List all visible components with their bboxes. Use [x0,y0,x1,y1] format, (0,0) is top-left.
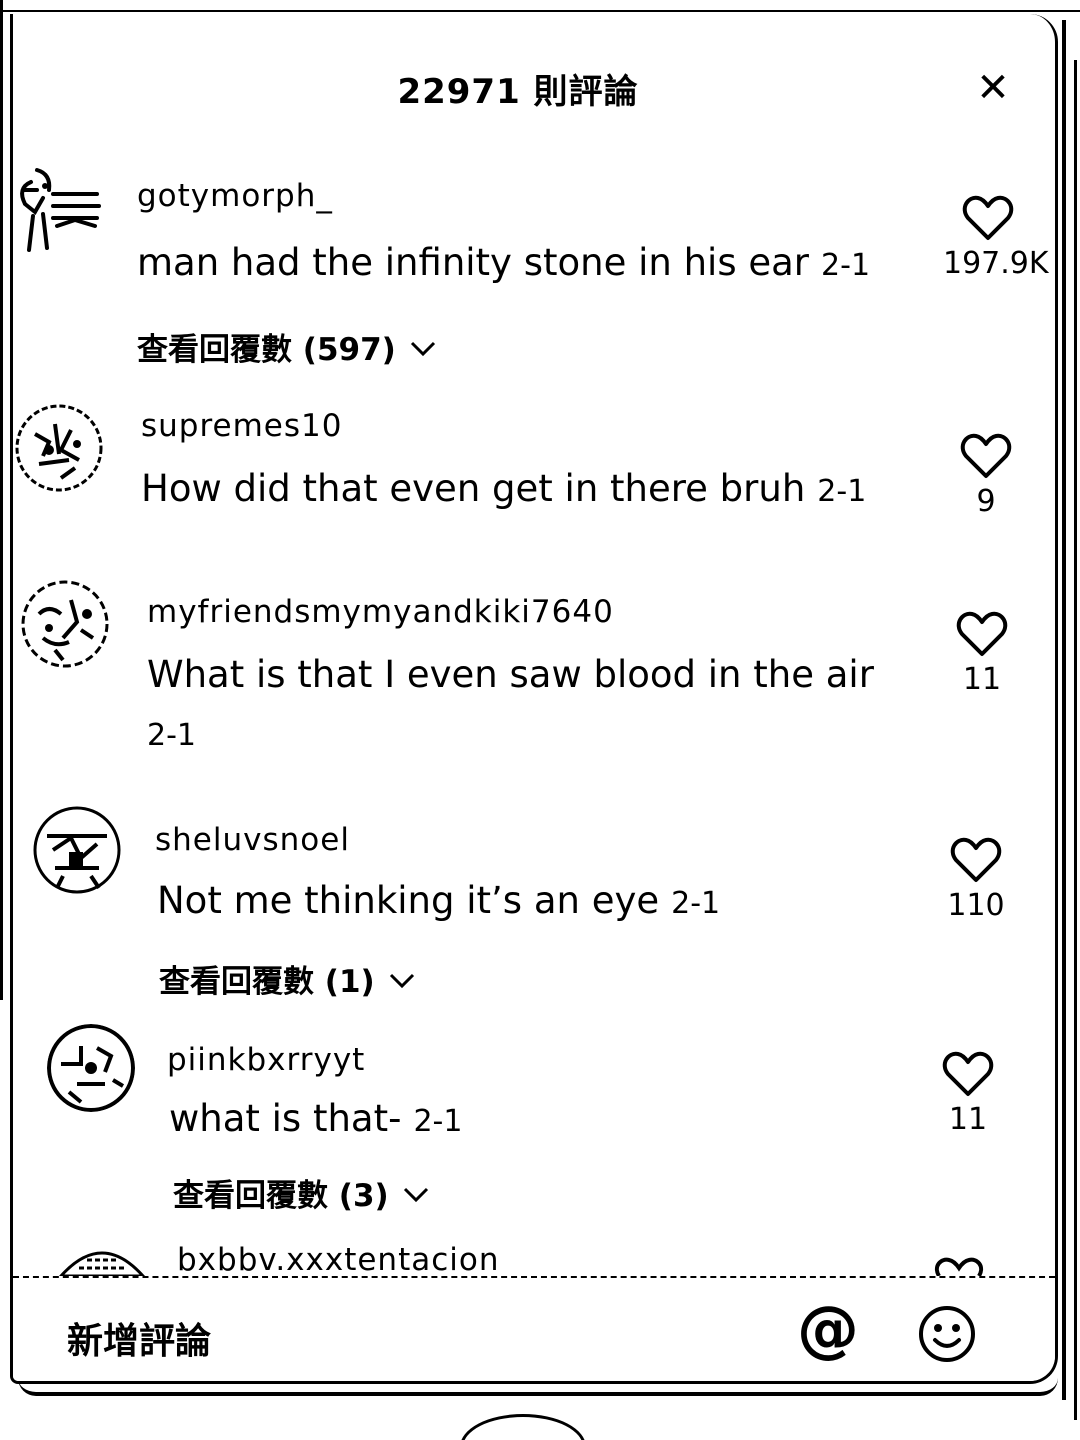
heart-outline-icon [960,433,1012,478]
like-count: 9 [976,484,996,519]
comment-username[interactable]: supremes10 [141,408,342,444]
comment-item: supremes10 How did that even get in ther… [13,404,1053,534]
comment-username[interactable]: sheluvsnoel [155,822,350,858]
comment-body: How did that even get in there bruh [141,467,806,510]
view-replies-label: 查看回覆數 (3) [173,1178,389,1214]
chevron-down-icon [410,329,436,365]
comment-body: Not me thinking it’s an eye [157,879,660,922]
comment-body: What is that I even saw blood in the air [147,653,874,696]
comment-input-bar: 新增評論 @ [13,1276,1055,1381]
photo-edge-right-outer [1074,60,1077,1420]
chevron-down-icon [389,961,415,997]
like-count: 197.9K [943,246,1049,281]
comment-username[interactable]: bxbbv.xxxtentacion [177,1242,500,1276]
avatar[interactable] [33,806,121,894]
screen: 22971 則評論 ✕ gotymorph_ man had the infin… [0,0,1080,1440]
device-home-indicator [460,1414,586,1440]
smiley-icon[interactable] [917,1304,977,1368]
comment-username[interactable]: myfriendsmymyandkiki7640 [147,594,614,630]
comments-panel: 22971 則評論 ✕ gotymorph_ man had the infin… [10,14,1058,1384]
like-button[interactable]: 197.9K [943,194,1049,281]
comment-body: what is that- [169,1097,402,1140]
heart-outline-icon[interactable] [933,1256,985,1276]
comment-date: 2-1 [821,248,871,283]
avatar[interactable] [21,580,109,668]
comment-username[interactable]: piinkbxrryyt [167,1042,365,1078]
heart-outline-icon [950,837,1002,882]
view-replies-label: 查看回覆數 (1) [159,964,375,1000]
view-replies-label: 查看回覆數 (597) [137,332,396,368]
comment-input[interactable]: 新增評論 [67,1312,211,1364]
like-count: 110 [947,888,1005,923]
comment-text: man had the infinity stone in his ear 2-1 [137,234,870,295]
close-icon[interactable]: ✕ [973,68,1013,108]
like-button[interactable]: 110 [931,836,1021,923]
heart-outline-icon [942,1051,994,1096]
comment-text: What is that I even saw blood in the air… [147,646,887,765]
view-replies-button[interactable]: 查看回覆數 (1) [159,956,415,1001]
comment-item: myfriendsmymyandkiki7640 What is that I … [13,580,1053,760]
comment-date: 2-1 [413,1104,463,1139]
comment-item: sheluvsnoel Not me thinking it’s an eye 2… [13,806,1053,1006]
chevron-down-icon [403,1175,429,1211]
view-replies-button[interactable]: 查看回覆數 (3) [173,1170,429,1215]
avatar[interactable] [47,1024,135,1112]
comment-date: 2-1 [147,718,196,753]
comment-text: Not me thinking it’s an eye 2-1 [157,872,720,933]
photo-edge-right [1062,20,1066,1400]
comment-date: 2-1 [671,886,721,921]
comment-item-partial: bxbbv.xxxtentacion [13,1236,1053,1276]
view-replies-button[interactable]: 查看回覆數 (597) [137,324,436,369]
heart-outline-icon [962,195,1014,240]
heart-outline-icon [956,611,1008,656]
comment-text: what is that- 2-1 [169,1090,462,1151]
at-icon[interactable]: @ [797,1298,859,1360]
comment-item: piinkbxrryyt what is that- 2-1 查看回覆數 (3) … [13,1024,1053,1224]
comment-item: gotymorph_ man had the infinity stone in… [13,164,1053,384]
photo-edge-top [0,0,1080,12]
like-button[interactable]: 11 [937,610,1027,697]
avatar[interactable] [15,404,103,492]
comment-date: 2-1 [817,474,867,509]
avatar[interactable] [59,1236,145,1276]
comment-text: How did that even get in there bruh 2-1 [141,460,866,521]
comment-body: man had the infinity stone in his ear [137,241,810,284]
like-button[interactable]: 9 [941,432,1031,519]
avatar[interactable] [13,164,105,264]
comments-count-title: 22971 則評論 [397,72,639,112]
like-button[interactable]: 11 [923,1050,1013,1137]
like-count: 11 [962,662,1002,697]
like-count: 11 [948,1102,988,1137]
photo-edge-left [0,0,3,1000]
comment-username[interactable]: gotymorph_ [137,178,333,214]
